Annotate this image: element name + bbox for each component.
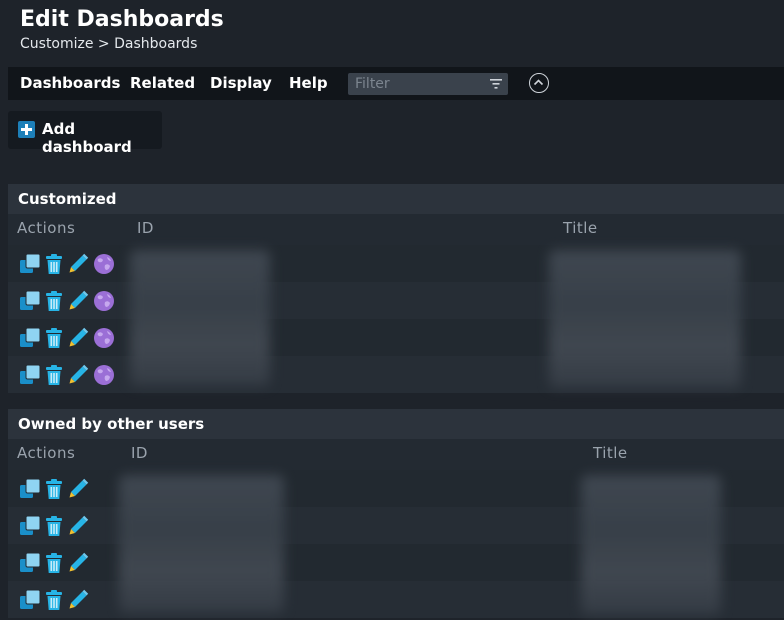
clone-icon[interactable] — [19, 515, 41, 537]
page-title: Edit Dashboards — [20, 7, 224, 32]
trash-icon[interactable] — [43, 253, 65, 275]
trash-icon[interactable] — [43, 515, 65, 537]
clone-icon[interactable] — [19, 253, 41, 275]
pencil-icon[interactable] — [67, 327, 89, 349]
row-actions — [19, 290, 119, 312]
pencil-icon[interactable] — [67, 552, 89, 574]
table-header: Actions ID Title — [8, 439, 784, 470]
globe-icon[interactable] — [93, 327, 115, 349]
collapse-button[interactable] — [529, 73, 549, 93]
filter-input[interactable] — [348, 73, 508, 95]
section-customized: Customized Actions ID Title — [8, 184, 784, 393]
column-id[interactable]: ID — [131, 444, 148, 462]
row-actions — [19, 552, 119, 574]
clone-icon[interactable] — [19, 327, 41, 349]
breadcrumb[interactable]: Customize > Dashboards — [20, 36, 197, 52]
menu-display[interactable]: Display — [210, 74, 272, 92]
globe-icon[interactable] — [93, 364, 115, 386]
pencil-icon[interactable] — [67, 478, 89, 500]
add-dashboard-button[interactable]: Add dashboard — [8, 111, 162, 156]
trash-icon[interactable] — [43, 327, 65, 349]
menu-bar: Dashboards Related Display Help — [8, 67, 784, 100]
pencil-icon[interactable] — [67, 253, 89, 275]
column-actions[interactable]: Actions — [17, 219, 75, 237]
trash-icon[interactable] — [43, 364, 65, 386]
add-dashboard-label: Add dashboard — [42, 120, 132, 156]
column-title[interactable]: Title — [563, 219, 598, 237]
redacted-id-column — [119, 475, 284, 613]
globe-icon[interactable] — [93, 290, 115, 312]
trash-icon[interactable] — [43, 552, 65, 574]
plus-icon — [18, 121, 35, 138]
table-header: Actions ID Title — [8, 214, 784, 245]
trash-icon[interactable] — [43, 478, 65, 500]
filter-icon[interactable] — [490, 78, 502, 90]
trash-icon[interactable] — [43, 290, 65, 312]
menu-dashboards[interactable]: Dashboards — [20, 74, 120, 92]
section-owned-by-other-users: Owned by other users Actions ID Title — [8, 409, 784, 620]
menu-help[interactable]: Help — [289, 74, 328, 92]
pencil-icon[interactable] — [67, 589, 89, 611]
section-title: Customized — [8, 184, 784, 214]
page-header: Edit Dashboards Customize > Dashboards — [0, 0, 784, 68]
redacted-title-column — [581, 475, 721, 615]
redacted-title-column — [549, 250, 741, 388]
pencil-icon[interactable] — [67, 364, 89, 386]
column-title[interactable]: Title — [593, 444, 628, 462]
redacted-id-column — [130, 250, 270, 386]
clone-icon[interactable] — [19, 478, 41, 500]
clone-icon[interactable] — [19, 364, 41, 386]
pencil-icon[interactable] — [67, 290, 89, 312]
column-actions[interactable]: Actions — [17, 444, 75, 462]
section-title: Owned by other users — [8, 409, 784, 439]
row-actions — [19, 515, 119, 537]
globe-icon[interactable] — [93, 253, 115, 275]
pencil-icon[interactable] — [67, 515, 89, 537]
clone-icon[interactable] — [19, 589, 41, 611]
row-actions — [19, 589, 119, 611]
chevron-up-icon — [533, 79, 544, 86]
clone-icon[interactable] — [19, 552, 41, 574]
row-actions — [19, 327, 119, 349]
row-actions — [19, 253, 119, 275]
row-actions — [19, 364, 119, 386]
clone-icon[interactable] — [19, 290, 41, 312]
column-id[interactable]: ID — [137, 219, 154, 237]
row-actions — [19, 478, 119, 500]
menu-related[interactable]: Related — [130, 74, 195, 92]
trash-icon[interactable] — [43, 589, 65, 611]
